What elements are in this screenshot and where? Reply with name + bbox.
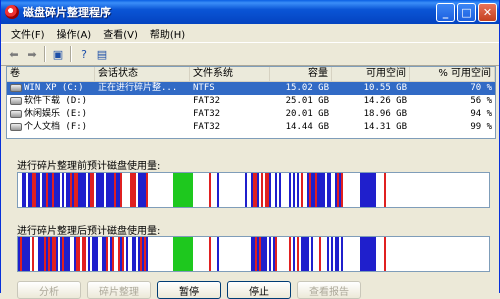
drive-icon xyxy=(10,83,22,92)
defrag-app-icon xyxy=(5,5,19,19)
before-usage-display xyxy=(17,172,490,208)
menu-action[interactable]: 操作(A) xyxy=(51,26,98,41)
menu-file[interactable]: 文件(F) xyxy=(5,26,51,41)
capacity: 15.02 GB xyxy=(285,83,329,93)
percent-free: 56 % xyxy=(470,96,492,106)
free-space: 14.31 GB xyxy=(363,122,407,132)
volume-name: 个人文档 (F:) xyxy=(24,122,88,132)
action-buttons: 分析 碎片整理 暂停 停止 查看报告 xyxy=(17,281,361,299)
toolbar-separator xyxy=(70,46,72,62)
header-free-space[interactable]: 可用空间 xyxy=(332,67,410,81)
header-percent-free[interactable]: % 可用空间 xyxy=(410,67,495,81)
title-bar: 磁盘碎片整理程序 _ □ ✕ xyxy=(1,0,499,24)
close-button[interactable]: ✕ xyxy=(478,2,497,22)
session-status: 正在进行碎片整... xyxy=(98,83,178,93)
forward-arrow-icon[interactable]: ➡ xyxy=(23,45,41,63)
volume-row[interactable]: WIN XP (C:) 正在进行碎片整... NTFS 15.02 GB 10.… xyxy=(7,82,495,95)
before-analysis-label: 进行碎片整理前预计磁盘使用量: xyxy=(17,161,161,172)
free-space: 10.55 GB xyxy=(363,83,407,93)
file-system: FAT32 xyxy=(193,109,221,119)
file-system: NTFS xyxy=(193,83,215,93)
menu-help[interactable]: 帮助(H) xyxy=(144,26,191,41)
analyze-button[interactable]: 分析 xyxy=(17,281,81,299)
header-session-status[interactable]: 会话状态 xyxy=(95,67,190,81)
capacity: 25.01 GB xyxy=(285,96,329,106)
session-status xyxy=(95,108,190,121)
volume-list: 卷 会话状态 文件系统 容量 可用空间 % 可用空间 WIN XP (C:) 正… xyxy=(6,66,496,139)
app-window: 磁盘碎片整理程序 _ □ ✕ 文件(F) 操作(A) 查看(V) 帮助(H) ⬅… xyxy=(0,0,500,299)
volume-row[interactable]: 个人文档 (F:) FAT32 14.44 GB 14.31 GB 99 % xyxy=(7,121,495,134)
percent-free: 70 % xyxy=(470,83,492,93)
menu-bar: 文件(F) 操作(A) 查看(V) 帮助(H) xyxy=(1,24,499,43)
volume-row[interactable]: 休闲娱乐 (E:) FAT32 20.01 GB 18.96 GB 94 % xyxy=(7,108,495,121)
show-hide-tree-icon[interactable]: ▣ xyxy=(49,45,67,63)
properties-icon[interactable]: ▤ xyxy=(93,45,111,63)
back-arrow-icon[interactable]: ⬅ xyxy=(5,45,23,63)
after-usage-graphic xyxy=(18,237,386,271)
volume-name: 软件下载 (D:) xyxy=(24,96,88,106)
stop-button[interactable]: 停止 xyxy=(227,281,291,299)
percent-free: 94 % xyxy=(470,109,492,119)
free-space: 18.96 GB xyxy=(363,109,407,119)
volume-name: WIN XP (C:) xyxy=(24,83,84,93)
session-status xyxy=(95,121,190,134)
toolbar: ⬅ ➡ ▣ ? ▤ xyxy=(1,43,499,66)
list-header: 卷 会话状态 文件系统 容量 可用空间 % 可用空间 xyxy=(7,67,495,82)
file-system: FAT32 xyxy=(193,96,221,106)
percent-free: 99 % xyxy=(470,122,492,132)
capacity: 20.01 GB xyxy=(285,109,329,119)
toolbar-separator xyxy=(44,46,46,62)
help-icon[interactable]: ? xyxy=(75,45,93,63)
file-system: FAT32 xyxy=(193,122,221,132)
capacity: 14.44 GB xyxy=(285,122,329,132)
free-space: 14.26 GB xyxy=(363,96,407,106)
header-volume[interactable]: 卷 xyxy=(7,67,95,81)
before-usage-graphic xyxy=(18,173,386,207)
header-capacity[interactable]: 容量 xyxy=(270,67,332,81)
defragment-button[interactable]: 碎片整理 xyxy=(87,281,151,299)
volume-row[interactable]: 软件下载 (D:) FAT32 25.01 GB 14.26 GB 56 % xyxy=(7,95,495,108)
maximize-button[interactable]: □ xyxy=(457,2,476,22)
drive-icon xyxy=(10,96,22,105)
after-analysis-label: 进行碎片整理后预计磁盘使用量: xyxy=(17,226,161,237)
window-title: 磁盘碎片整理程序 xyxy=(23,6,111,19)
volume-name: 休闲娱乐 (E:) xyxy=(24,109,88,119)
pause-button[interactable]: 暂停 xyxy=(157,281,221,299)
minimize-button[interactable]: _ xyxy=(436,2,455,22)
after-usage-display xyxy=(17,236,490,272)
drive-icon xyxy=(10,122,22,131)
menu-view[interactable]: 查看(V) xyxy=(97,26,144,41)
drive-icon xyxy=(10,109,22,118)
view-report-button[interactable]: 查看报告 xyxy=(297,281,361,299)
header-file-system[interactable]: 文件系统 xyxy=(190,67,270,81)
session-status xyxy=(95,95,190,108)
